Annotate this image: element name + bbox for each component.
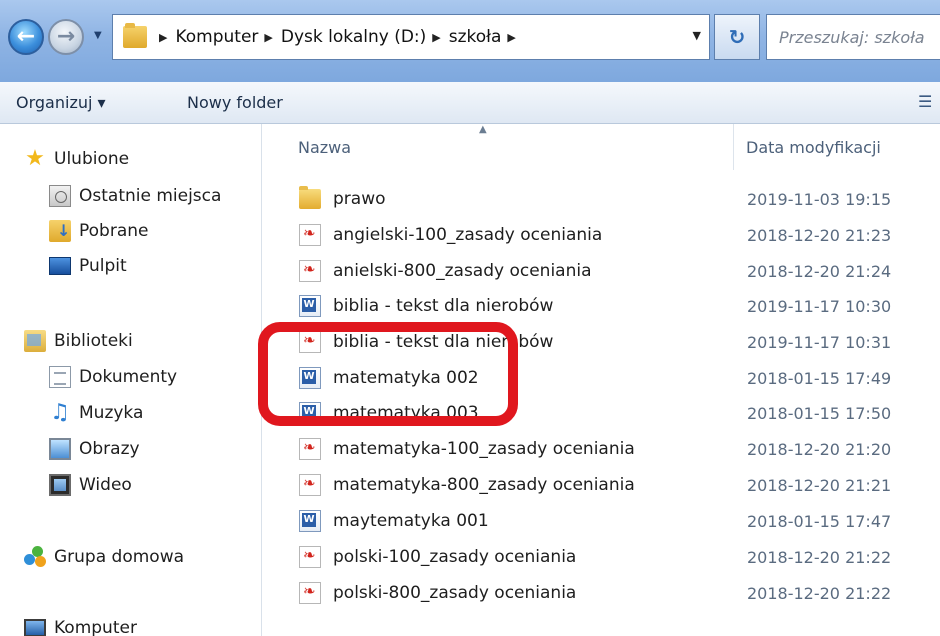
file-row[interactable]: polski-800_zasady oceniania 2018-12-20 2…: [263, 575, 940, 611]
address-history-dropdown-icon[interactable]: ▼: [693, 29, 701, 42]
refresh-icon[interactable]: ↻: [714, 14, 760, 60]
nav-videos[interactable]: Wideo: [49, 474, 132, 496]
file-date-modified: 2019-11-17 10:31: [747, 332, 892, 352]
file-name: matematyka-100_zasady oceniania: [333, 439, 635, 459]
pdf-file-icon: [299, 582, 321, 604]
nav-music-label: Muzyka: [79, 403, 144, 423]
libraries-icon: [24, 330, 46, 352]
view-options-icon[interactable]: ☰: [918, 92, 932, 111]
file-date-modified: 2018-12-20 21:23: [747, 225, 892, 245]
nav-pictures-label: Obrazy: [79, 439, 140, 459]
nav-computer[interactable]: Komputer: [24, 618, 137, 636]
sort-ascending-icon: ▲: [479, 124, 487, 135]
breadcrumb-local-disk[interactable]: Dysk lokalny (D:): [281, 27, 426, 47]
star-icon: ★: [25, 146, 45, 171]
file-date-modified: 2018-12-20 21:24: [747, 261, 892, 281]
nav-documents-label: Dokumenty: [79, 367, 178, 387]
file-date-modified: 2018-12-20 21:22: [747, 547, 892, 567]
nav-homegroup[interactable]: Grupa domowa: [24, 546, 184, 568]
file-name: prawo: [333, 189, 386, 209]
nav-desktop-label: Pulpit: [79, 256, 127, 276]
file-row[interactable]: biblia - tekst dla nierobów 2019-11-17 1…: [263, 288, 940, 324]
file-date-modified: 2018-12-20 21:22: [747, 583, 892, 603]
breadcrumb-school[interactable]: szkoła: [449, 27, 502, 47]
breadcrumb-separator-icon[interactable]: ▶: [264, 31, 272, 44]
word-document-icon: [299, 295, 321, 317]
desktop-icon: [49, 257, 71, 275]
nav-homegroup-label: Grupa domowa: [54, 547, 185, 567]
address-bar: ← → ▼ ▶ Komputer ▶ Dysk lokalny (D:) ▶ s…: [0, 0, 940, 82]
file-date-modified: 2018-12-20 21:20: [747, 439, 892, 459]
column-header-name[interactable]: Nazwa: [298, 124, 728, 170]
search-placeholder: Przeszukaj: szkoła: [779, 27, 925, 47]
pdf-file-icon: [299, 438, 321, 460]
file-name: polski-800_zasady oceniania: [333, 583, 577, 603]
documents-icon: [49, 366, 71, 388]
folder-icon: [299, 186, 321, 209]
breadcrumb-separator-icon[interactable]: ▶: [507, 31, 515, 44]
file-date-modified: 2018-01-15 17:47: [747, 511, 892, 531]
command-toolbar: Organizuj ▾ Nowy folder ☰: [0, 82, 940, 124]
word-document-icon: [299, 510, 321, 532]
nav-libraries-label: Biblioteki: [54, 331, 133, 351]
folder-icon: [123, 23, 147, 48]
pdf-file-icon: [299, 546, 321, 568]
recent-places-icon: [49, 185, 71, 207]
nav-libraries[interactable]: Biblioteki: [24, 330, 133, 352]
nav-recent-places-label: Ostatnie miejsca: [79, 186, 222, 206]
file-name: anielski-800_zasady oceniania: [333, 261, 592, 281]
nav-favorites-label: Ulubione: [54, 149, 130, 169]
pdf-file-icon: [299, 474, 321, 496]
computer-icon: [24, 619, 46, 636]
breadcrumb-computer[interactable]: Komputer: [175, 27, 258, 47]
red-highlight-annotation: [258, 322, 518, 426]
file-row[interactable]: prawo 2019-11-03 19:15: [263, 181, 940, 217]
file-row[interactable]: maytematyka 001 2018-01-15 17:47: [263, 503, 940, 539]
breadcrumb-separator-icon[interactable]: ▶: [159, 31, 167, 44]
file-row[interactable]: angielski-100_zasady oceniania 2018-12-2…: [263, 217, 940, 253]
back-arrow-icon[interactable]: ←: [8, 19, 44, 55]
file-row[interactable]: matematyka-100_zasady oceniania 2018-12-…: [263, 431, 940, 467]
organize-button[interactable]: Organizuj ▾: [16, 93, 106, 112]
nav-downloads-label: Pobrane: [79, 221, 149, 241]
file-name: angielski-100_zasady oceniania: [333, 225, 603, 245]
nav-favorites[interactable]: ★ Ulubione: [24, 148, 129, 170]
file-name: matematyka-800_zasady oceniania: [333, 475, 635, 495]
file-name: polski-100_zasady oceniania: [333, 547, 577, 567]
nav-videos-label: Wideo: [79, 475, 132, 495]
music-note-icon: ♫: [50, 400, 70, 425]
file-row[interactable]: polski-100_zasady oceniania 2018-12-20 2…: [263, 539, 940, 575]
nav-recent-places[interactable]: Ostatnie miejsca: [49, 185, 221, 207]
file-date-modified: 2019-11-17 10:30: [747, 296, 892, 316]
video-film-icon: [49, 474, 71, 496]
pdf-file-icon: [299, 260, 321, 282]
breadcrumb-separator-icon[interactable]: ▶: [432, 31, 440, 44]
file-name: maytematyka 001: [333, 511, 489, 531]
navigation-pane: ★ Ulubione Ostatnie miejsca Pobrane Pulp…: [0, 124, 262, 636]
nav-downloads[interactable]: Pobrane: [49, 220, 148, 242]
pictures-icon: [49, 438, 71, 460]
downloads-folder-icon: [49, 220, 71, 242]
file-date-modified: 2019-11-03 19:15: [747, 189, 892, 209]
pdf-file-icon: [299, 224, 321, 246]
nav-computer-label: Komputer: [54, 618, 137, 636]
nav-desktop[interactable]: Pulpit: [49, 256, 127, 276]
nav-music[interactable]: ♫ Muzyka: [49, 402, 143, 424]
file-row[interactable]: matematyka-800_zasady oceniania 2018-12-…: [263, 467, 940, 503]
nav-pictures[interactable]: Obrazy: [49, 438, 140, 460]
address-path-box[interactable]: ▶ Komputer ▶ Dysk lokalny (D:) ▶ szkoła …: [112, 14, 710, 60]
recent-pages-dropdown-icon[interactable]: ▼: [94, 30, 102, 41]
file-date-modified: 2018-01-15 17:49: [747, 368, 892, 388]
new-folder-button[interactable]: Nowy folder: [187, 93, 283, 112]
file-date-modified: 2018-01-15 17:50: [747, 403, 892, 423]
file-row[interactable]: anielski-800_zasady oceniania 2018-12-20…: [263, 253, 940, 289]
column-header-date-modified[interactable]: Data modyfikacji: [746, 124, 940, 170]
homegroup-icon: [24, 546, 46, 568]
file-date-modified: 2018-12-20 21:21: [747, 475, 892, 495]
forward-arrow-icon[interactable]: →: [48, 19, 84, 55]
search-input[interactable]: Przeszukaj: szkoła: [766, 14, 940, 60]
column-divider[interactable]: [733, 124, 734, 170]
nav-documents[interactable]: Dokumenty: [49, 366, 177, 388]
file-name: biblia - tekst dla nierobów: [333, 296, 554, 316]
